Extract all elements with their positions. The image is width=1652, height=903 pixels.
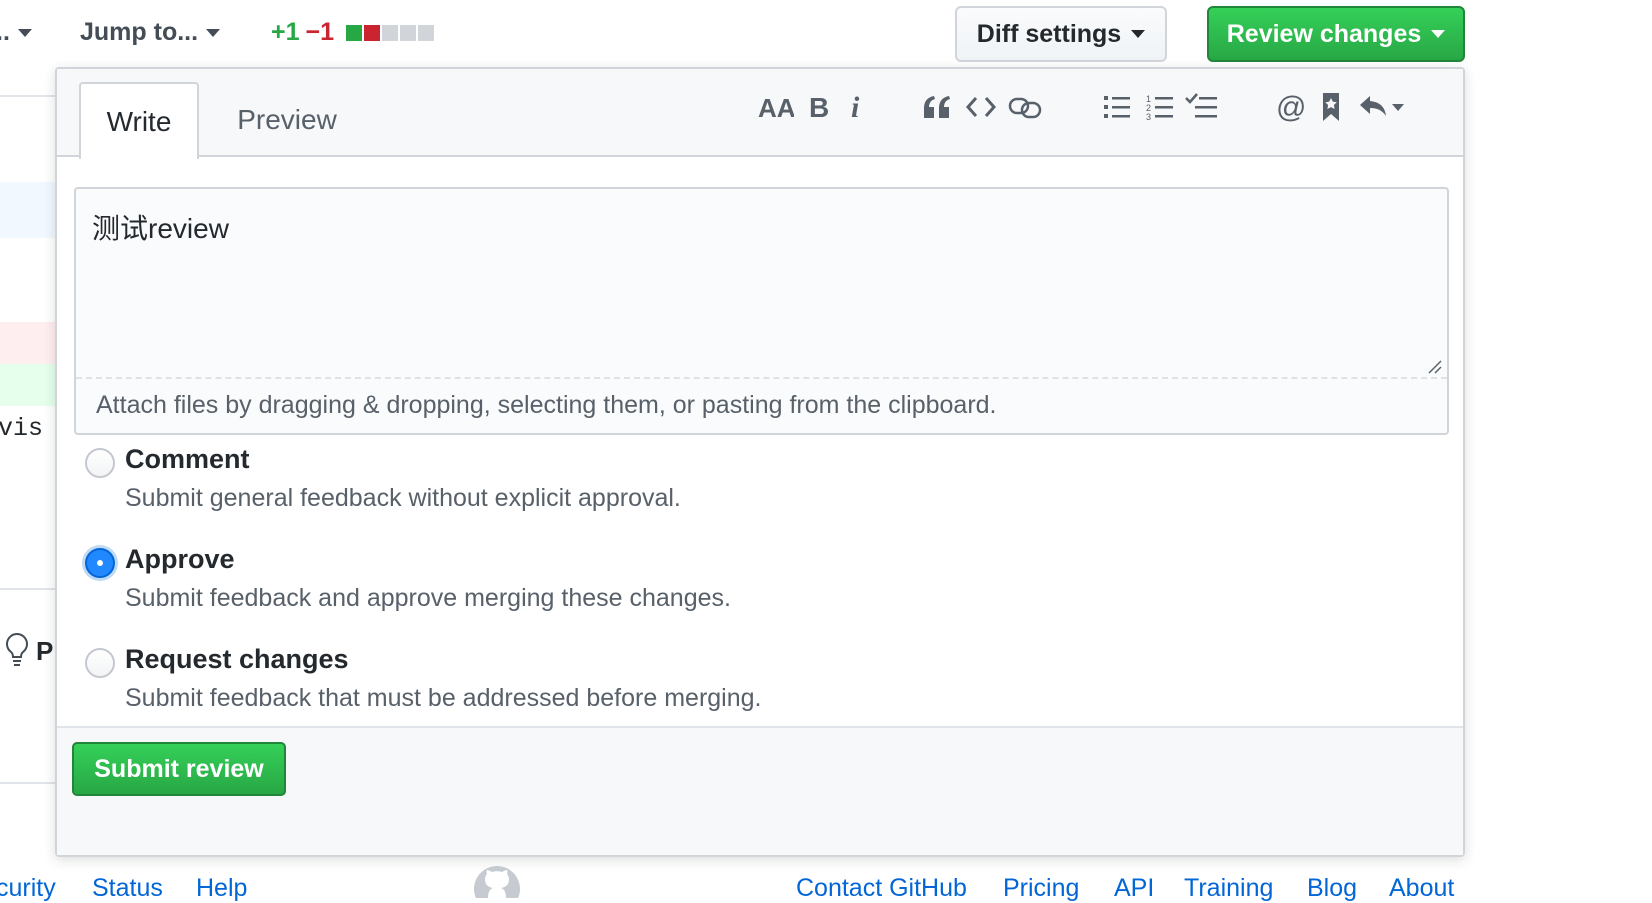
approve-radio[interactable] <box>85 548 115 578</box>
svg-text:@: @ <box>1276 92 1306 122</box>
task-list-icon[interactable] <box>1184 87 1220 127</box>
chevron-down-icon <box>206 28 221 37</box>
svg-text:i: i <box>851 92 860 122</box>
footer-link-help[interactable]: Help <box>196 874 247 903</box>
chevron-down-icon <box>1431 30 1446 38</box>
chevron-down-icon <box>17 28 32 37</box>
background-divider <box>0 782 55 784</box>
truncated-dropdown-label: .. <box>0 18 10 46</box>
tab-write[interactable]: Write <box>79 82 199 159</box>
footer-link-security[interactable]: curity <box>0 874 56 903</box>
diffstat-block <box>364 24 381 41</box>
mention-icon[interactable]: @ <box>1274 87 1308 127</box>
github-logo-icon[interactable] <box>472 864 522 903</box>
lightbulb-icon <box>4 632 30 673</box>
comment-radio[interactable] <box>85 448 115 478</box>
submit-review-button[interactable]: Submit review <box>72 742 286 796</box>
option-description: Submit general feedback without explicit… <box>125 484 681 512</box>
quote-icon[interactable] <box>920 87 954 127</box>
diffstat-block <box>382 24 399 41</box>
deletions-count: −1 <box>305 18 335 46</box>
diffstat-block <box>346 24 363 41</box>
footer-link-contact[interactable]: Contact GitHub <box>796 874 967 903</box>
svg-text:B: B <box>809 92 829 122</box>
diff-settings-label: Diff settings <box>976 19 1122 48</box>
additions-count: +1 <box>271 18 300 46</box>
option-description: Submit feedback and approve merging thes… <box>125 584 731 612</box>
footer-link-pricing[interactable]: Pricing <box>1003 874 1079 903</box>
diffstat-bar <box>346 24 435 41</box>
background-divider <box>0 588 55 590</box>
background-added-line <box>0 364 55 406</box>
attach-divider <box>76 377 1447 379</box>
jump-to-label: Jump to... <box>80 18 199 46</box>
tab-preview[interactable]: Preview <box>217 82 357 157</box>
editor-tabbar: Write Preview AA B i 123 @ <box>57 69 1463 159</box>
background-divider <box>0 95 55 97</box>
option-title: Approve <box>125 544 235 574</box>
bold-icon[interactable]: B <box>805 87 833 127</box>
text-size-icon[interactable]: AA <box>757 87 795 127</box>
option-title: Request changes <box>125 644 349 674</box>
diff-settings-button[interactable]: Diff settings <box>955 6 1167 62</box>
footer-link-status[interactable]: Status <box>92 874 163 903</box>
svg-text:3: 3 <box>1146 112 1151 121</box>
footer-link-training[interactable]: Training <box>1184 874 1273 903</box>
saved-reply-icon[interactable] <box>1319 87 1343 127</box>
review-changes-label: Review changes <box>1226 19 1422 48</box>
request-changes-radio[interactable] <box>85 648 115 678</box>
background-code-fragment: vis <box>0 414 44 443</box>
background-hunk-row <box>0 182 55 238</box>
reply-icon[interactable] <box>1357 87 1407 127</box>
background-tip-text: P <box>36 636 54 666</box>
footer-link-about[interactable]: About <box>1389 874 1454 903</box>
diffstat-block <box>400 24 417 41</box>
option-title: Comment <box>125 444 250 474</box>
background-deleted-line <box>0 322 55 364</box>
jump-to-dropdown[interactable]: Jump to... <box>80 18 221 47</box>
review-changes-button[interactable]: Review changes <box>1207 6 1465 62</box>
code-icon[interactable] <box>964 87 998 127</box>
diffstat-block <box>418 24 435 41</box>
popover-footer: Submit review <box>57 726 1463 855</box>
svg-text:AA: AA <box>758 93 794 122</box>
link-icon[interactable] <box>1007 87 1043 127</box>
attach-files-hint[interactable]: Attach files by dragging & dropping, sel… <box>96 391 997 420</box>
footer-link-blog[interactable]: Blog <box>1307 874 1357 903</box>
option-description: Submit feedback that must be addressed b… <box>125 684 762 712</box>
footer-link-api[interactable]: API <box>1114 874 1154 903</box>
comment-textarea[interactable]: 测试review <box>92 207 229 247</box>
comment-editor[interactable]: 测试review Attach files by dragging & drop… <box>74 187 1449 435</box>
review-popover: Write Preview AA B i 123 @ 测试review Atta… <box>55 67 1465 857</box>
chevron-down-icon <box>1131 30 1146 38</box>
truncated-dropdown[interactable]: .. <box>0 18 32 47</box>
unordered-list-icon[interactable] <box>1102 87 1132 127</box>
ordered-list-icon[interactable]: 123 <box>1145 87 1175 127</box>
diff-summary: +1 −1 <box>271 18 435 47</box>
italic-icon[interactable]: i <box>847 87 867 127</box>
